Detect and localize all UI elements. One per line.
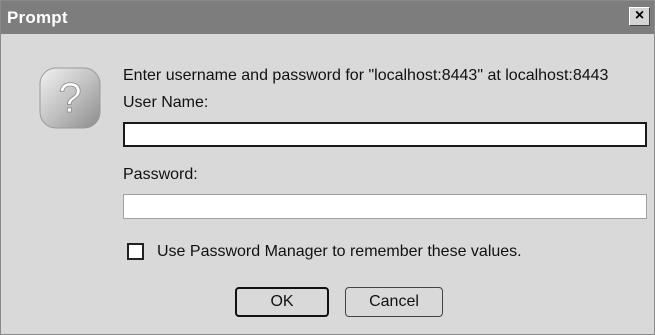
cancel-button[interactable]: Cancel [345, 287, 443, 317]
title-bar[interactable]: Prompt × [1, 1, 654, 34]
close-icon: × [634, 7, 645, 24]
prompt-dialog: Prompt × ? Enter username and password f… [0, 0, 655, 335]
username-label: User Name: [123, 94, 209, 111]
close-button[interactable]: × [629, 7, 650, 26]
password-label: Password: [123, 166, 198, 183]
remember-checkbox-label[interactable]: Use Password Manager to remember these v… [157, 243, 522, 261]
question-icon: ? [39, 67, 101, 129]
prompt-message: Enter username and password for "localho… [123, 67, 609, 84]
svg-text:?: ? [58, 74, 81, 121]
ok-button[interactable]: OK [235, 287, 329, 317]
window-title: Prompt [7, 8, 68, 27]
password-input[interactable] [123, 194, 647, 219]
remember-checkbox[interactable] [127, 243, 144, 260]
username-input[interactable] [123, 122, 647, 147]
